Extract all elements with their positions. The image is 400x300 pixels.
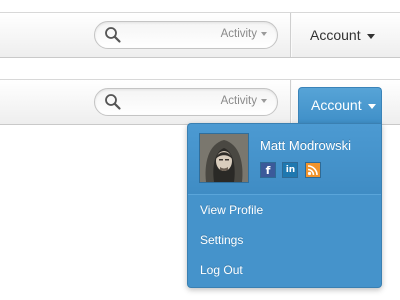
chevron-down-icon	[366, 33, 375, 39]
search-scope-dropdown[interactable]: Activity	[221, 28, 267, 40]
account-menu: View Profile Settings Log Out	[188, 194, 381, 284]
search-icon	[105, 27, 121, 43]
divider	[290, 80, 291, 124]
menu-item-settings[interactable]: Settings	[188, 224, 381, 254]
search-scope-label: Activity	[220, 28, 257, 40]
chevron-down-icon	[367, 103, 376, 109]
chevron-down-icon	[261, 31, 267, 36]
divider	[290, 13, 291, 57]
search-box[interactable]: Activity	[94, 88, 278, 116]
search-scope-label: Activity	[220, 95, 257, 107]
account-button[interactable]: Account	[298, 19, 382, 51]
menu-item-view-profile[interactable]: View Profile	[188, 194, 381, 224]
facebook-icon[interactable]: f	[260, 162, 276, 178]
avatar-photo	[200, 134, 248, 182]
search-icon	[105, 94, 121, 110]
linkedin-icon[interactable]: in	[282, 162, 299, 178]
search-box[interactable]: Activity	[94, 21, 278, 49]
chevron-down-icon	[261, 98, 267, 103]
account-dropdown: Matt Modrowski f in View Profile Setting…	[187, 123, 382, 288]
avatar[interactable]	[199, 133, 249, 183]
profile-card: Matt Modrowski f in	[188, 124, 381, 195]
menu-item-log-out[interactable]: Log Out	[188, 254, 381, 284]
navbar-open: Activity Account	[0, 79, 400, 125]
social-links: f in	[260, 162, 323, 178]
account-button-active[interactable]: Account	[298, 87, 382, 125]
account-label: Account	[310, 27, 361, 43]
rss-icon[interactable]	[304, 162, 321, 178]
search-scope-dropdown[interactable]: Activity	[221, 95, 267, 107]
navbar-closed: Activity Account	[0, 12, 400, 58]
account-label: Account	[311, 97, 362, 113]
user-name: Matt Modrowski	[260, 138, 352, 153]
